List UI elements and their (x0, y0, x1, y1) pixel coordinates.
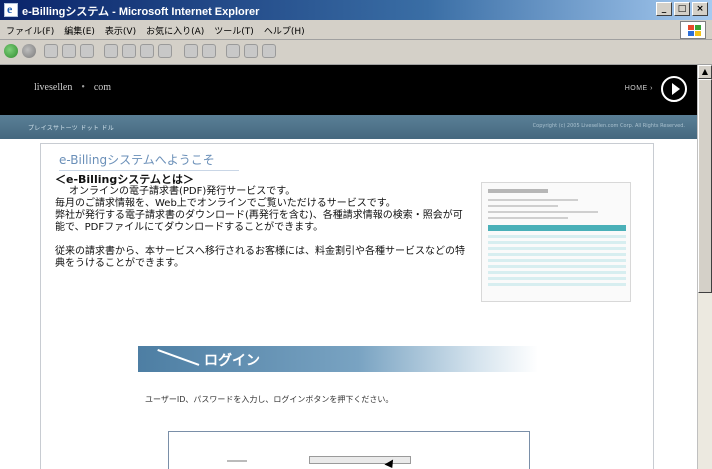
stop-icon[interactable] (44, 44, 58, 58)
title-bar: e-Billingシステム - Microsoft Internet Explo… (0, 0, 712, 20)
menu-bar: ファイル(F) 編集(E) 表示(V) お気に入り(A) ツール(T) ヘルプ(… (0, 20, 712, 40)
page-viewport: livesellen • com HOME › プレイスサトーツ ドット ドル Co… (0, 65, 697, 469)
search-icon[interactable] (104, 44, 118, 58)
brand-suffix: com (93, 82, 112, 93)
refresh-icon[interactable] (62, 44, 76, 58)
intro-section: ＜e-Billingシステムとは＞ オンラインの電子請求書(PDF)発行サービス… (55, 174, 465, 270)
print-icon[interactable] (202, 44, 216, 58)
edit-icon[interactable] (226, 44, 240, 58)
brand-name: livesellen (34, 82, 73, 93)
content-panel: e-Billingシステムへようこそ ＜e-Billingシステムとは＞ オンラ… (40, 143, 654, 469)
media-icon[interactable] (140, 44, 154, 58)
home-link[interactable]: HOME › (625, 85, 653, 92)
favorites-icon[interactable] (122, 44, 136, 58)
close-button[interactable]: × (692, 2, 708, 16)
menu-edit[interactable]: 編集(E) (64, 24, 95, 37)
ie-app-icon (4, 2, 18, 17)
site-header: livesellen • com HOME › (0, 65, 697, 115)
window-controls: _ □ × (656, 2, 708, 16)
browser-toolbar (0, 40, 712, 65)
login-form (168, 431, 530, 469)
windows-flag-icon (680, 21, 706, 39)
menu-favorites[interactable]: お気に入り(A) (146, 24, 204, 37)
brand-separator: • (81, 82, 85, 93)
intro-line-3: 弊社が発行する電子請求書のダウンロード(再発行を含む)、各種請求情報の検索・照会… (55, 210, 463, 233)
intro-line-4: 従来の請求書から、本サービスへ移行されるお客様には、料金割引や各種サービスなどの… (55, 246, 465, 269)
play-circle-icon[interactable] (661, 76, 687, 102)
intro-heading: ＜e-Billingシステムとは＞ (55, 173, 194, 186)
browser-window: e-Billingシステム - Microsoft Internet Explo… (0, 0, 712, 469)
site-subbar: プレイスサトーツ ドット ドル Copyright (c) 2005 Lives… (0, 115, 697, 139)
menu-file[interactable]: ファイル(F) (6, 24, 54, 37)
site-brand[interactable]: livesellen • com (34, 82, 111, 93)
forward-arrow-icon[interactable] (22, 44, 36, 58)
user-id-input[interactable] (309, 456, 411, 464)
scroll-up-arrow-icon[interactable]: ▲ (698, 65, 712, 79)
page-title: e-Billingシステムへようこそ (59, 153, 215, 167)
copyright-text: Copyright (c) 2005 Livesellen.com Corp. … (532, 123, 685, 129)
window-title: e-Billingシステム - Microsoft Internet Explo… (22, 6, 260, 18)
menu-tools[interactable]: ツール(T) (214, 24, 254, 37)
login-instructions: ユーザーID、パスワードを入力し、ログインボタンを押下ください。 (145, 395, 394, 404)
invoice-sample-image (481, 182, 631, 302)
mail-icon[interactable] (184, 44, 198, 58)
slash-decoration (157, 349, 200, 366)
user-id-label (227, 460, 247, 462)
history-icon[interactable] (158, 44, 172, 58)
menu-help[interactable]: ヘルプ(H) (264, 24, 305, 37)
login-section-header: ログイン (138, 346, 538, 372)
back-arrow-icon[interactable] (4, 44, 18, 58)
title-divider (59, 170, 239, 171)
scrollbar-thumb[interactable] (698, 79, 712, 293)
intro-line-1: オンラインの電子請求書(PDF)発行サービスです。 (69, 186, 296, 197)
intro-line-2: 毎月のご請求情報を、Web上でオンラインでご覧いただけるサービスです。 (55, 198, 396, 209)
minimize-button[interactable]: _ (656, 2, 672, 16)
messenger-icon[interactable] (262, 44, 276, 58)
maximize-button[interactable]: □ (674, 2, 690, 16)
menu-view[interactable]: 表示(V) (105, 24, 136, 37)
vertical-scrollbar[interactable]: ▲ (697, 65, 712, 469)
home-icon[interactable] (80, 44, 94, 58)
subbar-left-text: プレイスサトーツ ドット ドル (28, 125, 115, 132)
discuss-icon[interactable] (244, 44, 258, 58)
login-title: ログイン (204, 353, 260, 369)
